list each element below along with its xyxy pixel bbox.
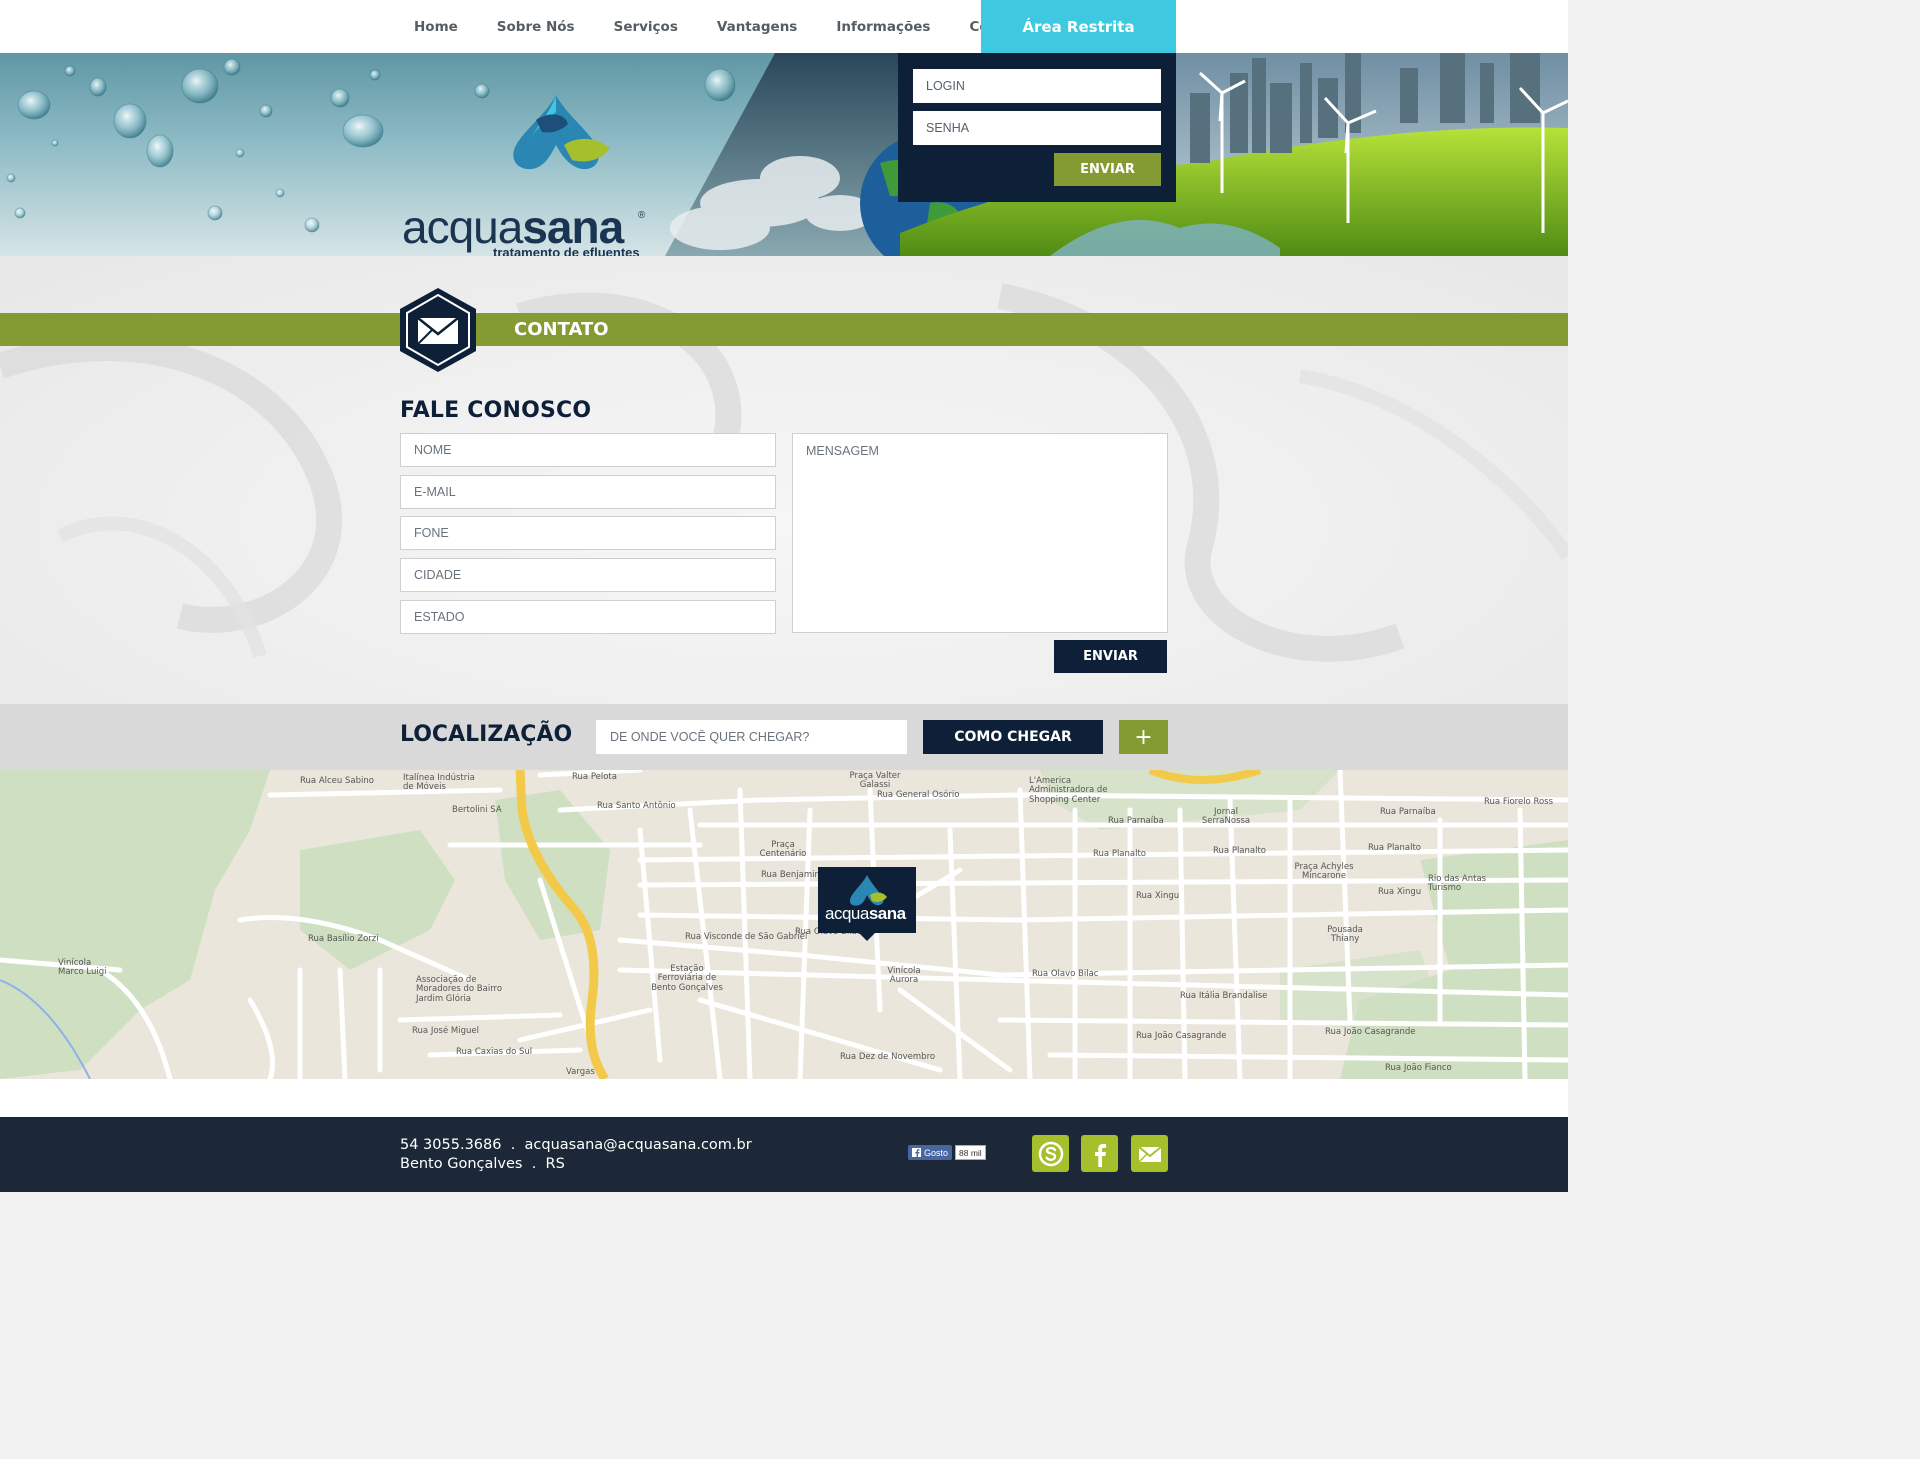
map-label: Rua Santo Antônio bbox=[597, 801, 676, 811]
map-label: Rua Olavo Bilac bbox=[1032, 969, 1099, 979]
map-label: Praça Centenário bbox=[759, 840, 807, 860]
footer-separator: . bbox=[510, 1137, 516, 1153]
nav-about[interactable]: Sobre Nós bbox=[497, 19, 575, 35]
brand-logo[interactable]: acquasana ® tratamento de efluentes bbox=[402, 90, 652, 256]
envelope-icon bbox=[400, 288, 476, 372]
map-label: Rua Xingu bbox=[1378, 887, 1422, 897]
marker-pointer bbox=[859, 933, 875, 941]
map-label: Rua Planalto bbox=[1093, 849, 1147, 859]
contact-form-heading: FALE CONOSCO bbox=[400, 398, 592, 423]
skype-icon bbox=[1038, 1141, 1063, 1166]
map-label: Rua Fiorelo Ross bbox=[1484, 797, 1554, 807]
map-label: Rua José Miguel bbox=[412, 1026, 479, 1036]
email-field[interactable] bbox=[400, 475, 776, 509]
nav-advantages[interactable]: Vantagens bbox=[717, 19, 797, 35]
login-input[interactable] bbox=[913, 69, 1161, 103]
restricted-area-tab[interactable]: Área Restrita bbox=[981, 0, 1176, 53]
logo-tagline: tratamento de efluentes bbox=[493, 245, 640, 256]
logo-registered-mark: ® bbox=[638, 210, 646, 221]
facebook-button[interactable] bbox=[1081, 1135, 1118, 1172]
map-label: Vargas bbox=[566, 1067, 595, 1077]
name-field[interactable] bbox=[400, 433, 776, 467]
map-label: Rua Planalto bbox=[1213, 846, 1267, 856]
map-label: Rua João Casagrande bbox=[1136, 1031, 1227, 1041]
nav-services[interactable]: Serviços bbox=[614, 19, 678, 35]
facebook-icon bbox=[1094, 1143, 1106, 1167]
state-field[interactable] bbox=[400, 600, 776, 634]
map-label: Estação Ferroviária de Bento Gonçalves bbox=[651, 964, 723, 993]
map-location-marker[interactable]: acquasana bbox=[818, 867, 916, 933]
nav-information[interactable]: Informações bbox=[836, 19, 930, 35]
map-label: Italínea Indústria de Móveis bbox=[403, 773, 475, 793]
section-band bbox=[0, 313, 1568, 346]
map-label: Rua Parnaíba bbox=[1108, 816, 1164, 826]
map-pin-icon bbox=[849, 875, 887, 906]
map-label: Rua Dez de Novembro bbox=[840, 1052, 936, 1062]
map-label: Praça Valter Galassi bbox=[849, 771, 901, 791]
map-label: Rua Basílio Zorzi bbox=[308, 934, 379, 944]
map-label: Praça Achyles Mincarone bbox=[1294, 862, 1354, 882]
mail-icon bbox=[1137, 1145, 1162, 1163]
map-label: Jornal SerraNossa bbox=[1201, 807, 1251, 827]
map-label: L'America Administradora de Shopping Cen… bbox=[1029, 776, 1108, 805]
footer-spacer bbox=[0, 1079, 1568, 1117]
origin-input[interactable] bbox=[596, 720, 907, 754]
map-label: Rua Alceu Sabino bbox=[300, 776, 374, 786]
phone-field[interactable] bbox=[400, 516, 776, 550]
map-label: Rua Caxias do Sul bbox=[456, 1047, 533, 1057]
map-label: Vinícola Marco Luigi bbox=[58, 958, 107, 978]
map-label: Rua Xingu bbox=[1136, 891, 1180, 901]
map-label: Rua Parnaíba bbox=[1380, 807, 1436, 817]
map-label: Rua João Fianco bbox=[1385, 1063, 1452, 1073]
facebook-like-button[interactable]: Gosto bbox=[908, 1145, 953, 1160]
map-label: Rua Pelota bbox=[572, 772, 617, 782]
directions-button[interactable]: COMO CHEGAR bbox=[923, 720, 1103, 754]
footer-address-line: Bento Gonçalves . RS bbox=[400, 1156, 565, 1172]
contact-submit-button[interactable]: ENVIAR bbox=[1054, 640, 1167, 673]
footer-city: Bento Gonçalves bbox=[400, 1156, 523, 1172]
footer-separator: . bbox=[531, 1156, 537, 1172]
map-label: Bertolini SA bbox=[452, 805, 502, 815]
top-navigation-bar: Home Sobre Nós Serviços Vantagens Inform… bbox=[0, 0, 1568, 53]
map-label: Rio das Antas Turismo bbox=[1428, 874, 1487, 894]
skype-button[interactable] bbox=[1032, 1135, 1069, 1172]
login-submit-button[interactable]: ENVIAR bbox=[1054, 153, 1161, 186]
hero-artwork bbox=[6, 53, 1568, 256]
message-field[interactable] bbox=[792, 433, 1168, 633]
section-title: CONTATO bbox=[514, 319, 609, 340]
logo-drop-icon bbox=[513, 95, 610, 170]
main-nav: Home Sobre Nós Serviços Vantagens Inform… bbox=[400, 0, 1069, 53]
nav-home[interactable]: Home bbox=[414, 19, 458, 35]
facebook-logo-icon bbox=[912, 1148, 921, 1157]
facebook-like-count: 88 mil bbox=[955, 1145, 986, 1160]
map-label: Rua João Casagrande bbox=[1325, 1027, 1416, 1037]
email-button[interactable] bbox=[1131, 1135, 1168, 1172]
logo-wordmark: acquasana bbox=[402, 201, 624, 253]
city-field[interactable] bbox=[400, 558, 776, 592]
facebook-like-widget[interactable]: Gosto 88 mil bbox=[908, 1144, 986, 1161]
map-label: Pousada Thiany bbox=[1327, 925, 1363, 945]
map-label: Rua Itália Brandalise bbox=[1180, 991, 1268, 1001]
location-map[interactable]: Rua Alceu Sabino Italínea Indústria de M… bbox=[0, 770, 1568, 1079]
footer-state: RS bbox=[545, 1156, 565, 1172]
map-label: Associação de Moradores do Bairro Jardim… bbox=[416, 975, 503, 1004]
map-label: Rua General Osório bbox=[877, 790, 960, 800]
map-zoom-button[interactable]: + bbox=[1119, 720, 1168, 754]
map-label: Rua Visconde de São Gabriel bbox=[685, 932, 808, 942]
footer bbox=[0, 1117, 1568, 1192]
marker-wordmark: acquasana bbox=[825, 904, 906, 923]
map-label: Vinícola Aurora bbox=[887, 966, 921, 986]
footer-contact-line: 54 3055.3686 . acquasana@acquasana.com.b… bbox=[400, 1137, 752, 1153]
footer-phone[interactable]: 54 3055.3686 bbox=[400, 1137, 501, 1153]
footer-email[interactable]: acquasana@acquasana.com.br bbox=[525, 1137, 752, 1153]
login-panel: ENVIAR bbox=[898, 53, 1176, 202]
hero-banner: acquasana ® tratamento de efluentes bbox=[0, 53, 1568, 256]
password-input[interactable] bbox=[913, 111, 1161, 145]
map-label: Rua Planalto bbox=[1368, 843, 1422, 853]
location-heading: LOCALIZAÇÃO bbox=[400, 722, 573, 747]
